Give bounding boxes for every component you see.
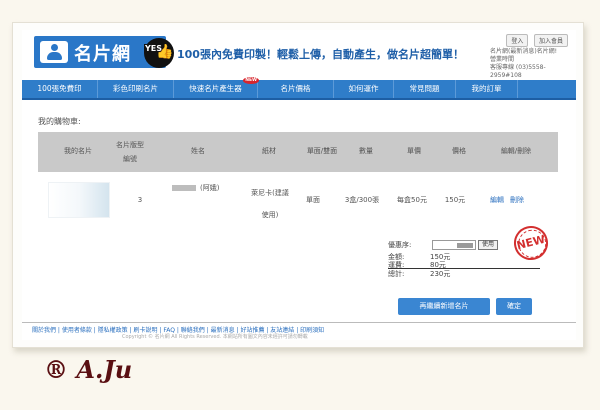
col-sides: 單面/雙面 [306, 147, 338, 155]
login-link[interactable]: 登入 [506, 34, 529, 47]
template-no-cell: 3 [137, 196, 143, 204]
contact-line: 名片網(最新消息)名片網! [490, 48, 558, 55]
main-nav: 100張免費印 彩色印刷名片 快速名片產生器 NEW 名片價格 如何運作 常見問… [22, 77, 576, 100]
nav-item-color-cards[interactable]: 彩色印刷名片 [98, 80, 174, 98]
top-links: 登入 加入會員 [503, 34, 568, 47]
nav-item-free-print[interactable]: 100張免費印 [22, 80, 98, 98]
site-footer: 關於我們 | 使用者條款 | 隱私權政策 | 刷卡說明 | FAQ | 聯絡我們… [22, 322, 576, 340]
site-header: 名片網 YES 👍 100張內免費印製！輕鬆上傳，自動產生，做名片超簡單！ 登入… [22, 30, 576, 80]
nav-item-faq[interactable]: 常見問題 [394, 80, 456, 98]
contact-info: 名片網(最新消息)名片網! 營業時間 客服專線 (03)5558-2959#10… [490, 48, 568, 80]
total-label: 總計: [388, 270, 405, 278]
slogan: 100張內免費印製！輕鬆上傳，自動產生，做名片超簡單！ [177, 48, 464, 61]
contact-line: 客服專線 (03)5558-2959#108 [490, 64, 546, 79]
card-thumbnail[interactable] [48, 182, 110, 218]
delete-link[interactable]: 刪除 [508, 194, 526, 207]
col-quantity: 數量 [359, 147, 373, 155]
new-tag: NEW [243, 77, 259, 84]
price-cell: 150元 [444, 196, 466, 204]
nav-item-how-it-works[interactable]: 如何運作 [334, 80, 394, 98]
total-value: 230元 [430, 270, 451, 278]
col-paper: 紙材 [262, 147, 276, 155]
redeem-code-input[interactable] [432, 240, 476, 250]
nav-item-my-orders[interactable]: 我的訂單 [456, 80, 518, 98]
unit-price-cell: 每盒50元 [397, 196, 427, 204]
name-cell: (阿娥) [200, 184, 220, 192]
col-unit-price: 單價 [407, 147, 421, 155]
browser-screen: 名片網 YES 👍 100張內免費印製！輕鬆上傳，自動產生，做名片超簡單！ 登入… [22, 30, 576, 340]
nav-item-card-generator[interactable]: 快速名片產生器 NEW [174, 77, 259, 98]
quantity-cell: 3盒/300張 [344, 196, 380, 204]
thumbs-up-icon: 👍 [156, 44, 174, 60]
register-link[interactable]: 加入會員 [533, 34, 568, 47]
col-template-no: 名片版型編號 [116, 141, 144, 163]
col-price: 價格 [452, 147, 466, 155]
sides-cell: 單面 [306, 196, 320, 204]
edit-link[interactable]: 編輯 [488, 194, 506, 207]
handwritten-signature: ® A.Ju [44, 355, 133, 384]
col-my-card: 我的名片 [64, 147, 92, 155]
contact-line: 營業時間 [490, 56, 515, 63]
col-edit-delete: 編輯/刪除 [500, 147, 532, 155]
continue-add-card-button[interactable]: 再繼續新增名片 [398, 298, 490, 315]
cart-title: 我的購物車: [38, 117, 81, 126]
col-name: 姓名 [191, 147, 205, 155]
cart-table-header: 我的名片 名片版型編號 姓名 紙材 單面/雙面 數量 單價 價格 編輯/刪除 [38, 132, 558, 172]
id-card-icon [40, 41, 68, 63]
redeem-label: 優惠序: [388, 241, 412, 249]
confirm-button[interactable]: 確定 [496, 298, 532, 315]
yes-thumb-badge: YES 👍 [144, 38, 174, 68]
footer-copyright: Copyright © 名片網 All Rights Reserved. 本網站… [122, 334, 308, 340]
nav-item-pricing[interactable]: 名片價格 [258, 80, 334, 98]
paper-cell: 萊尼卡(建議使用) [251, 189, 289, 219]
redacted-code [457, 243, 473, 248]
redeem-button[interactable]: 使用 [478, 240, 498, 250]
new-stamp: NEW [510, 222, 552, 264]
logo-text: 名片網 [74, 44, 131, 65]
summary-divider [388, 268, 540, 269]
